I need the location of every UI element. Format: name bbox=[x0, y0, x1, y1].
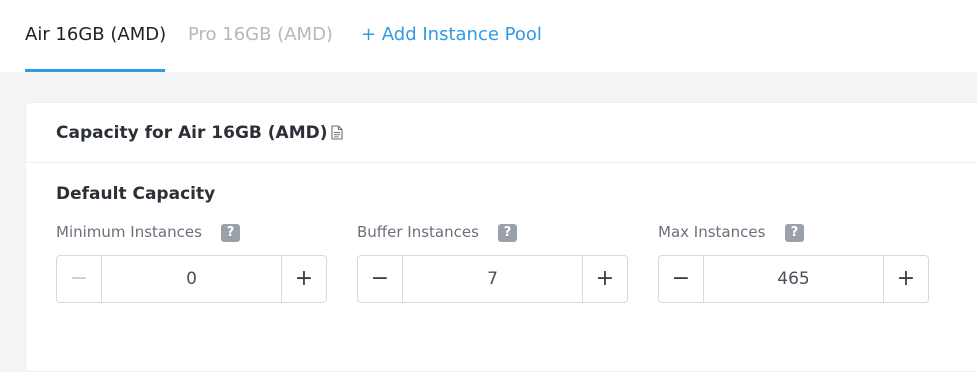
minimum-instances-increment-button[interactable]: + bbox=[281, 256, 326, 302]
max-instances-help-icon[interactable]: ? bbox=[785, 224, 804, 242]
buffer-instances-value[interactable]: 7 bbox=[403, 256, 582, 302]
capacity-card: Capacity for Air 16GB (AMD) Default Capa… bbox=[25, 102, 977, 372]
capacity-card-header: Capacity for Air 16GB (AMD) bbox=[26, 103, 977, 163]
buffer-instances-increment-button[interactable]: + bbox=[582, 256, 627, 302]
tab-air-16gb-amd[interactable]: Air 16GB (AMD) bbox=[25, 22, 166, 48]
minimum-instances-decrement-button[interactable]: − bbox=[57, 256, 102, 302]
max-instances-decrement-button[interactable]: − bbox=[659, 256, 704, 302]
minimum-instances-help-icon[interactable]: ? bbox=[221, 224, 240, 242]
pool-tabs: Air 16GB (AMD) Pro 16GB (AMD) + Add Inst… bbox=[0, 0, 977, 72]
max-instances-increment-button[interactable]: + bbox=[883, 256, 928, 302]
minimum-instances-stepper: − 0 + bbox=[56, 255, 327, 303]
max-instances-value[interactable]: 465 bbox=[704, 256, 883, 302]
minimum-instances-label: Minimum Instances bbox=[56, 223, 202, 241]
active-tab-indicator bbox=[25, 69, 165, 72]
max-instances-label: Max Instances bbox=[658, 223, 766, 241]
buffer-instances-decrement-button[interactable]: − bbox=[358, 256, 403, 302]
minimum-instances-value[interactable]: 0 bbox=[102, 256, 281, 302]
capacity-title: Capacity for Air 16GB (AMD) bbox=[56, 123, 328, 143]
max-instances-stepper: − 465 + bbox=[658, 255, 929, 303]
add-instance-pool-link[interactable]: + Add Instance Pool bbox=[361, 22, 542, 48]
buffer-instances-label: Buffer Instances bbox=[357, 223, 479, 241]
buffer-instances-stepper: − 7 + bbox=[357, 255, 628, 303]
document-icon[interactable] bbox=[331, 125, 343, 140]
buffer-instances-help-icon[interactable]: ? bbox=[498, 224, 517, 242]
default-capacity-heading: Default Capacity bbox=[56, 184, 216, 204]
tab-pro-16gb-amd[interactable]: Pro 16GB (AMD) bbox=[188, 22, 333, 48]
